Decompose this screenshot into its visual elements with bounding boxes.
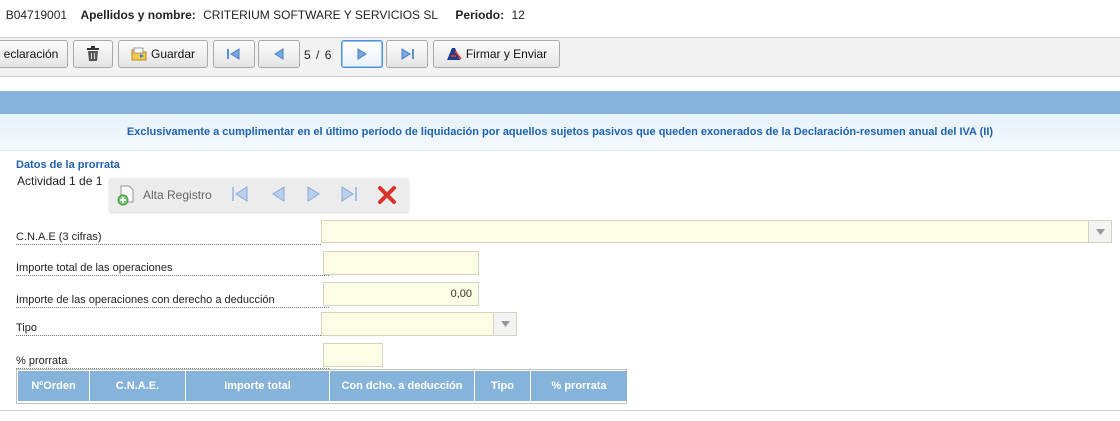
section-band [0,91,1120,114]
page-current: 5 [304,48,312,62]
taxpayer-header: : B04719001 Apellidos y nombre: CRITERIU… [0,8,525,22]
column-header-importe-total[interactable]: Importe total [186,371,330,401]
activity-counter: Actividad 1 de 1 [17,174,103,188]
previous-page-button[interactable] [258,40,300,68]
delete-record-icon[interactable] [377,185,397,208]
first-page-icon [225,47,243,61]
cnae-select[interactable] [321,220,1112,243]
name-label: Apellidos y nombre: [80,8,196,22]
next-page-button[interactable] [341,40,383,68]
prorrata-label: % prorrata [16,355,329,369]
add-record-button[interactable]: Alta Registro [115,184,212,206]
importe-deduccion-label: Importe de las operaciones con derecho a… [16,294,329,308]
column-header-tipo[interactable]: Tipo [475,371,531,401]
period-value: 12 [511,8,525,22]
bottom-divider [0,410,1120,411]
tipo-label: Tipo [16,322,321,336]
importe-total-input[interactable] [323,251,479,275]
last-page-icon [398,47,416,61]
nif-value: B04719001 [5,8,68,22]
previous-record-icon[interactable] [269,185,287,206]
prorrata-input[interactable] [323,343,383,367]
column-header-deduccion[interactable]: Con dcho. a deducción [330,371,475,401]
declaracion-label: eclaración [3,47,59,61]
sign-label: Firmar y Enviar [465,47,548,61]
folder-save-icon [131,47,147,61]
aeat-signature-icon [446,47,462,61]
column-header-orden[interactable]: NºOrden [18,371,90,401]
name-value: CRITERIUM SOFTWARE Y SERVICIOS SL [203,8,439,22]
next-record-icon[interactable] [305,185,323,206]
section-title: Datos de la prorrata [16,159,120,171]
table-header: NºOrden C.N.A.E. Importe total Con dcho.… [18,371,627,401]
page-separator: / [316,48,321,62]
delete-button[interactable] [73,40,113,68]
notice-banner: Exclusivamente a cumplimentar en el últi… [0,114,1120,151]
last-record-icon[interactable] [339,185,361,206]
notice-text: Exclusivamente a cumplimentar en el últi… [126,126,994,138]
column-header-cnae[interactable]: C.N.A.E. [90,371,186,401]
first-record-icon[interactable] [229,185,251,206]
declaracion-button[interactable]: eclaración [0,40,68,68]
page-total: 6 [324,48,333,62]
column-header-prorrata[interactable]: % prorrata [531,371,627,401]
add-document-icon [115,184,137,206]
trash-icon [86,46,100,62]
save-button[interactable]: Guardar [118,40,208,68]
importe-total-label: Importe total de las operaciones [16,262,329,276]
chevron-down-icon[interactable] [1088,221,1111,242]
tipo-select[interactable] [321,312,517,336]
last-page-button[interactable] [386,40,428,68]
main-toolbar: eclaración Guardar 5 / 6 Firmar y Enviar [0,37,1120,77]
add-record-label: Alta Registro [143,188,212,202]
importe-deduccion-value: 0,00 [450,288,472,300]
record-toolbar: Alta Registro [109,178,409,212]
prorrata-table: NºOrden C.N.A.E. Importe total Con dcho.… [16,369,627,404]
page-indicator: 5 / 6 [304,48,332,62]
first-page-button[interactable] [213,40,255,68]
chevron-down-icon[interactable] [493,313,516,335]
importe-deduccion-input[interactable]: 0,00 [323,282,479,306]
cnae-label: C.N.A.E (3 cifras) [16,231,321,245]
period-label: Periodo: [455,8,505,22]
previous-page-icon [272,47,286,61]
sign-and-send-button[interactable]: Firmar y Enviar [433,40,560,68]
save-label: Guardar [150,47,196,61]
next-page-icon [355,47,369,61]
